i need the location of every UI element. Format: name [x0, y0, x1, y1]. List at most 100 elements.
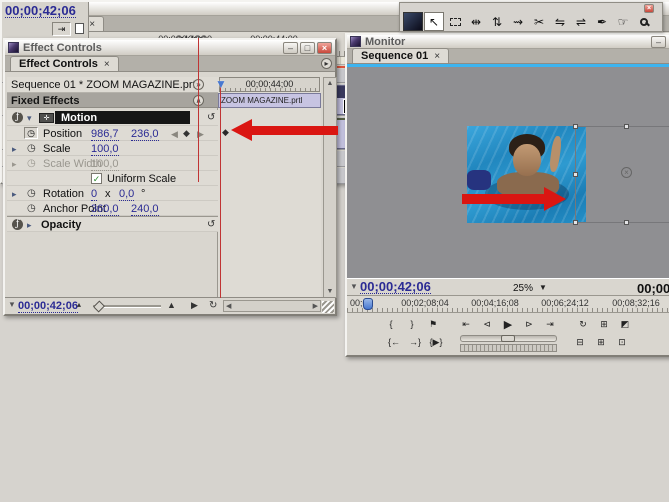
- monitor-titlebar[interactable]: Monitor –: [347, 35, 669, 49]
- opacity-expand-icon[interactable]: ▸: [27, 220, 32, 231]
- razor-tool[interactable]: ✂: [529, 12, 549, 31]
- anchor-stopwatch-toggle[interactable]: ◷: [27, 203, 36, 214]
- position-y-value[interactable]: 236,0: [131, 128, 159, 141]
- scroll-down-icon[interactable]: ▼: [327, 288, 334, 295]
- ec-horizontal-scrollbar[interactable]: ◀ ▶: [223, 300, 321, 312]
- anchor-y-value[interactable]: 240,0: [131, 203, 159, 216]
- rotation-stopwatch-toggle[interactable]: ◷: [27, 188, 36, 199]
- slide-tool[interactable]: ⇌: [571, 12, 591, 31]
- scale-expand-icon[interactable]: ▸: [12, 144, 17, 155]
- position-keyframe-marker[interactable]: ◆: [222, 127, 229, 138]
- track-select-tool[interactable]: [445, 12, 465, 31]
- loop-button[interactable]: ↻: [574, 317, 593, 331]
- ec-playhead-line[interactable]: [220, 84, 221, 298]
- monitor-zoom-level[interactable]: 25%: [513, 283, 533, 294]
- set-marker-button[interactable]: ⚑: [424, 317, 443, 331]
- rolling-edit-tool[interactable]: ⇅: [487, 12, 507, 31]
- rotation-revolutions-value[interactable]: 0: [91, 188, 97, 201]
- motion-collapse-icon[interactable]: ▾: [27, 113, 32, 124]
- scroll-left-icon[interactable]: ◀: [226, 302, 231, 310]
- maximize-button[interactable]: □: [300, 42, 315, 54]
- scroll-right-icon[interactable]: ▶: [313, 302, 318, 310]
- ec-vertical-scrollbar[interactable]: ▲ ▼: [323, 77, 337, 298]
- ripple-edit-tool[interactable]: ⇹: [466, 12, 486, 31]
- scale-width-stopwatch-toggle[interactable]: ◷: [27, 158, 36, 169]
- monitor-tab-close-icon[interactable]: ×: [434, 51, 440, 62]
- ec-mini-clip-bar[interactable]: ZOOM MAGAZINE.prtl: [218, 93, 321, 108]
- ec-zoom-slider-handle[interactable]: [93, 300, 105, 312]
- clip-image-boy-swimming[interactable]: [467, 126, 586, 223]
- zoom-in-button[interactable]: ▲: [167, 300, 176, 310]
- ec-current-timecode[interactable]: 00;00;42;06: [18, 300, 78, 313]
- uniform-scale-checkbox[interactable]: ✓: [91, 173, 102, 184]
- monitor-current-timecode[interactable]: 00;00;42;06: [360, 281, 431, 294]
- ec-mini-ruler[interactable]: 00;00;44;00: [219, 77, 320, 92]
- add-remove-keyframe-button[interactable]: ◆: [183, 128, 190, 139]
- snap-toggle-button[interactable]: ⇥: [52, 22, 71, 36]
- effect-controls-tab[interactable]: Effect Controls ×: [10, 56, 119, 71]
- output-button[interactable]: ◩: [616, 317, 635, 331]
- transform-handle[interactable]: [624, 220, 629, 225]
- monitor-playhead-knob[interactable]: [363, 298, 373, 310]
- toggle-take-button[interactable]: ⊡: [613, 335, 632, 349]
- program-monitor-view[interactable]: ×: [347, 67, 669, 278]
- step-back-button[interactable]: ⊲: [478, 317, 497, 331]
- ec-playhead-marker[interactable]: ▼: [215, 77, 227, 91]
- selection-tool[interactable]: ↖: [424, 12, 444, 31]
- ec-zoom-slider[interactable]: [93, 305, 161, 308]
- anchor-point-indicator[interactable]: ×: [621, 167, 632, 178]
- scale-width-expand-icon[interactable]: ▸: [12, 159, 17, 170]
- play-to-out-button[interactable]: →}: [406, 335, 425, 349]
- effect-controls-tab-close-icon[interactable]: ×: [104, 59, 110, 70]
- scroll-up-icon[interactable]: ▲: [327, 80, 334, 87]
- go-to-in-button[interactable]: ⇤: [457, 317, 476, 331]
- rotation-expand-icon[interactable]: ▸: [12, 189, 17, 200]
- slip-tool[interactable]: ⇋: [550, 12, 570, 31]
- overlay-button[interactable]: ⊞: [592, 335, 611, 349]
- minimize-button[interactable]: –: [651, 36, 666, 48]
- go-to-out-button[interactable]: ⇥: [541, 317, 560, 331]
- shuttle-slider[interactable]: [460, 335, 557, 342]
- step-forward-button[interactable]: ⊳: [520, 317, 539, 331]
- opacity-reset-icon[interactable]: ↺: [207, 219, 215, 230]
- zoom-level-dropdown-icon[interactable]: ▼: [539, 283, 547, 292]
- timeline-tab-close-icon[interactable]: ×: [89, 19, 95, 30]
- transform-handle[interactable]: [624, 124, 629, 129]
- monitor-tab-sequence01[interactable]: Sequence 01 ×: [352, 48, 449, 63]
- motion-header[interactable]: Motion: [55, 111, 190, 124]
- play-from-in-button[interactable]: {←: [385, 335, 404, 349]
- set-out-point-button[interactable]: }: [403, 317, 422, 331]
- play-button[interactable]: ▶: [499, 317, 518, 331]
- timeline-current-timecode[interactable]: 00;00;42;06: [5, 5, 76, 18]
- opacity-header[interactable]: Opacity: [41, 219, 81, 231]
- wireframe-top-edge[interactable]: [575, 126, 669, 127]
- scale-value[interactable]: 100,0: [91, 143, 119, 156]
- rate-stretch-tool[interactable]: ⇝: [508, 12, 528, 31]
- position-x-value[interactable]: 986,7: [91, 128, 119, 141]
- set-in-point-button[interactable]: {: [382, 317, 401, 331]
- play-in-to-out-button[interactable]: {▶}: [427, 335, 446, 349]
- transform-handle[interactable]: [573, 220, 578, 225]
- jog-disk[interactable]: [460, 344, 557, 352]
- panel-menu-button[interactable]: ▸: [321, 58, 332, 69]
- prev-keyframe-button[interactable]: ◀: [171, 129, 178, 140]
- zoom-tool[interactable]: [634, 12, 654, 31]
- wireframe-bottom-edge[interactable]: [575, 222, 669, 223]
- motion-reset-icon[interactable]: ↺: [207, 112, 215, 123]
- zoom-out-button[interactable]: ▴: [77, 300, 81, 309]
- hand-tool[interactable]: ☞: [613, 12, 633, 31]
- pen-tool[interactable]: ✒: [592, 12, 612, 31]
- anchor-x-value[interactable]: 360,0: [91, 203, 119, 216]
- insert-button[interactable]: ⊟: [571, 335, 590, 349]
- close-button[interactable]: ×: [317, 42, 332, 54]
- resize-grip[interactable]: [322, 301, 334, 313]
- minimize-button[interactable]: –: [283, 42, 298, 54]
- monitor-ruler[interactable]: 00;00 00;02;08;04 00;04;16;08 00;06;24;1…: [347, 296, 669, 313]
- effect-enabled-icon[interactable]: ƒ: [12, 219, 23, 230]
- effect-enabled-icon[interactable]: ƒ: [12, 112, 23, 123]
- timeline-playhead-line[interactable]: [198, 38, 199, 182]
- transform-handle[interactable]: [573, 124, 578, 129]
- transform-handle[interactable]: [573, 172, 578, 177]
- position-stopwatch-toggle[interactable]: ◷: [24, 127, 38, 139]
- safe-margins-button[interactable]: ⊞: [595, 317, 614, 331]
